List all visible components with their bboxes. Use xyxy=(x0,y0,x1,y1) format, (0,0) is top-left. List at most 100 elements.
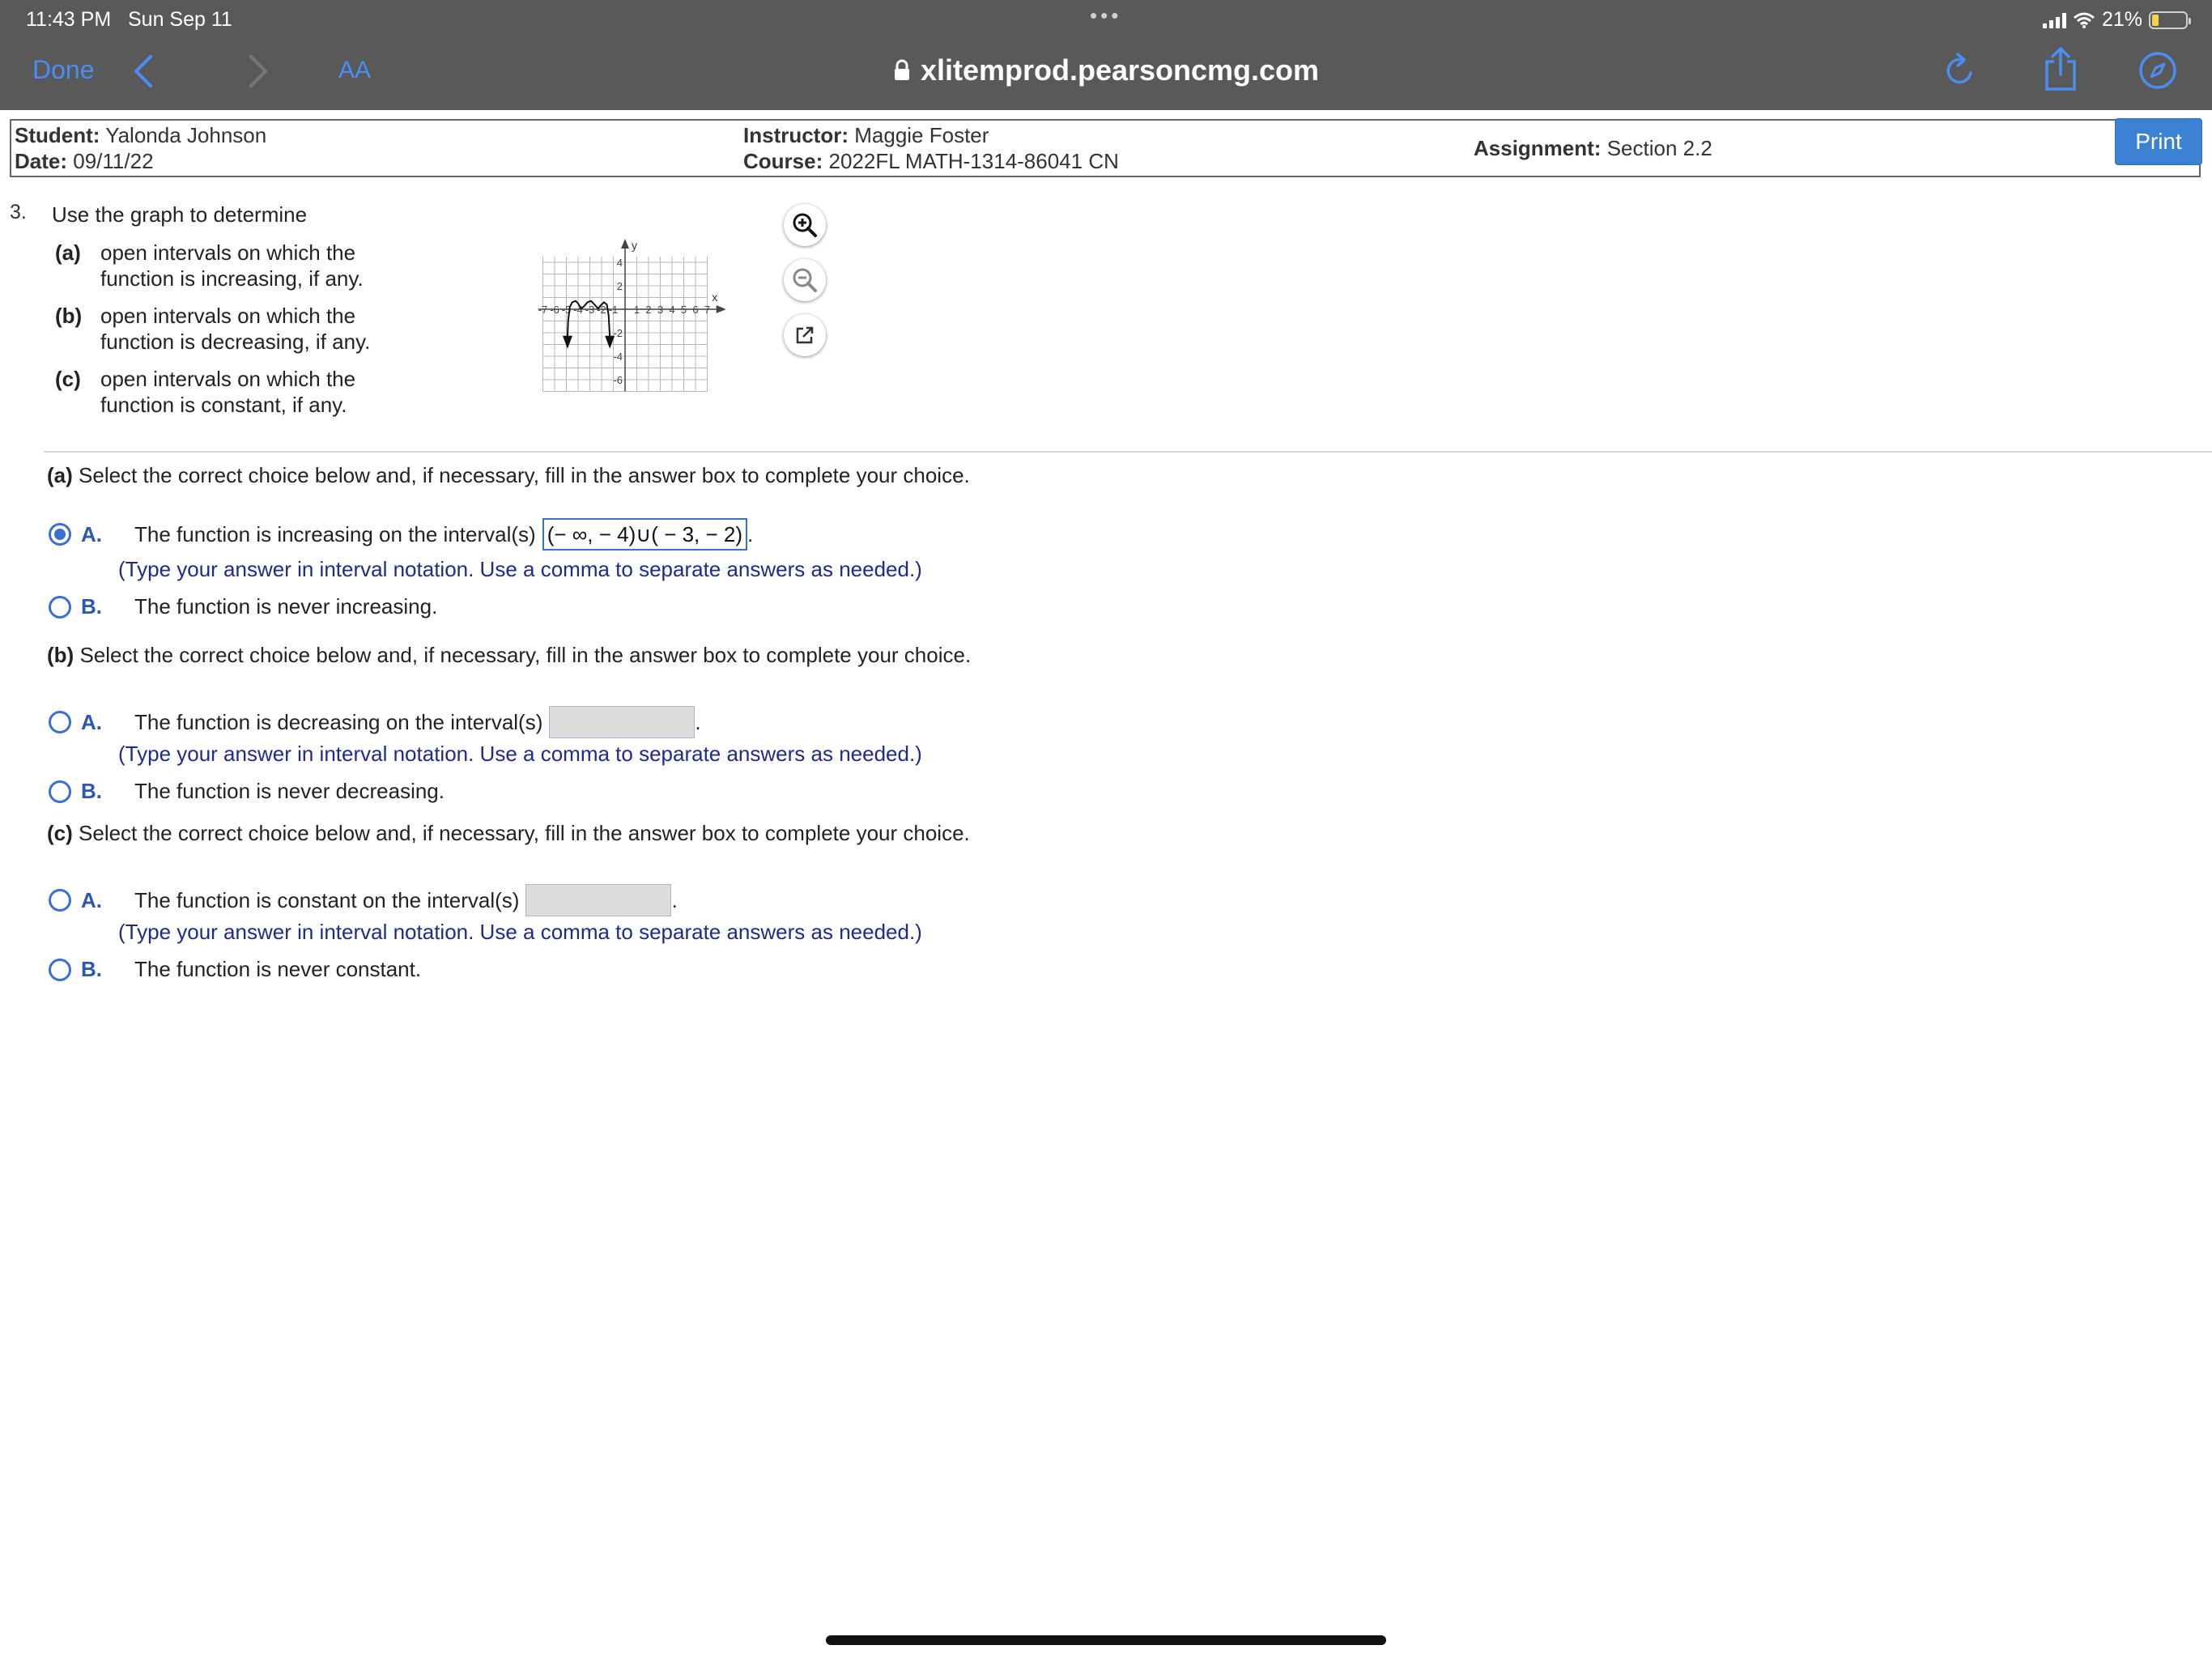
part-c-prompt: (c) Select the correct choice below and,… xyxy=(47,821,970,846)
reload-icon[interactable] xyxy=(1942,50,1979,91)
course-info: Course: 2022FL MATH-1314-86041 CN xyxy=(743,148,1119,174)
instructor-name: Maggie Foster xyxy=(854,123,989,147)
battery-icon xyxy=(2149,11,2191,29)
subpart-c: (c) open intervals on which the function… xyxy=(55,366,392,418)
choice-letter: B. xyxy=(81,779,102,803)
question-subparts: (a) open intervals on which the function… xyxy=(55,240,392,429)
x-tick-label: 3 xyxy=(657,304,663,316)
part-a-choice-b[interactable]: B. The function is never increasing. xyxy=(49,594,437,619)
cellular-signal-icon xyxy=(2042,12,2066,28)
part-instructions: Select the correct choice below and, if … xyxy=(79,821,970,845)
period: . xyxy=(671,887,678,912)
radio-a-selected[interactable] xyxy=(49,523,71,546)
x-tick-label: 4 xyxy=(669,304,674,316)
part-tag: (a) xyxy=(47,463,73,487)
battery-percent: 21% xyxy=(2101,8,2142,31)
part-instructions: Select the correct choice below and, if … xyxy=(79,463,970,487)
x-tick-label: 7 xyxy=(704,304,710,316)
url-text: xlitemprod.pearsoncmg.com xyxy=(920,53,1320,87)
part-b-hint: (Type your answer in interval notation. … xyxy=(118,742,922,766)
question-number: 3. xyxy=(10,201,27,223)
y-tick-label: 4 xyxy=(617,257,623,269)
choice-text: The function is increasing on the interv… xyxy=(134,521,536,546)
assignment-label: Assignment: xyxy=(1474,136,1602,160)
text-size-button[interactable]: AA xyxy=(338,57,371,84)
part-c-hint: (Type your answer in interval notation. … xyxy=(118,920,922,944)
choice-letter: A. xyxy=(81,521,102,546)
part-instructions: Select the correct choice below and, if … xyxy=(79,643,972,667)
function-graph[interactable]: -7 -6 -5 -4 -3 -2 -1 1 2 3 4 5 6 7 42-2-4-6 x y xyxy=(453,202,793,413)
browser-chrome: 11:43 PM Sun Sep 11 ••• 21% Done AA xlit… xyxy=(0,0,2212,110)
zoom-in-button[interactable] xyxy=(784,204,826,246)
period: . xyxy=(695,709,701,734)
part-b-choice-a[interactable]: A. The function is decreasing on the int… xyxy=(49,706,701,738)
x-tick-label: 1 xyxy=(634,304,640,316)
address-bar: xlitemprod.pearsoncmg.com xyxy=(0,53,2212,89)
radio-b[interactable] xyxy=(49,595,71,619)
status-time: 11:43 PM xyxy=(26,8,112,31)
radio-a[interactable] xyxy=(49,889,71,912)
y-axis-label: y xyxy=(632,239,637,252)
radio-b[interactable] xyxy=(49,958,71,981)
x-axis-label: x xyxy=(712,291,717,304)
subpart-label: (a) xyxy=(55,240,81,265)
multitasking-dots[interactable]: ••• xyxy=(1090,3,1121,28)
status-date: Sun Sep 11 xyxy=(128,8,232,31)
url-field[interactable]: xlitemprod.pearsoncmg.com xyxy=(893,53,1319,87)
part-a-hint: (Type your answer in interval notation. … xyxy=(118,557,922,581)
choice-text: The function is constant on the interval… xyxy=(134,887,520,912)
assignment-value: Section 2.2 xyxy=(1606,136,1712,160)
answer-input-c[interactable] xyxy=(525,884,672,916)
part-c-choice-a[interactable]: A. The function is constant on the inter… xyxy=(49,884,678,916)
assignment-info: Assignment: Section 2.2 xyxy=(1474,135,1712,161)
radio-a[interactable] xyxy=(49,711,71,733)
date-value: 09/11/22 xyxy=(73,149,154,173)
part-tag: (b) xyxy=(47,643,74,667)
home-indicator[interactable] xyxy=(826,1635,1386,1645)
popout-button[interactable] xyxy=(784,314,826,356)
subpart-text: open intervals on which the function is … xyxy=(100,304,371,354)
browser-toolbar: Done AA xlitemprod.pearsoncmg.com xyxy=(0,39,2212,110)
date-label: Date: xyxy=(15,149,68,173)
x-tick-label: -4 xyxy=(573,304,583,316)
wifi-icon xyxy=(2073,12,2095,28)
assignment-header: Student: Yalonda Johnson Date: 09/11/22 … xyxy=(10,119,2201,177)
answer-input-a[interactable]: (− ∞, − 4)∪( − 3, − 2) xyxy=(542,518,748,551)
answer-input-b[interactable] xyxy=(549,706,696,738)
x-tick-label: -6 xyxy=(550,304,559,316)
part-b-choice-b[interactable]: B. The function is never decreasing. xyxy=(49,779,445,804)
zoom-in-icon xyxy=(793,213,817,237)
choice-text: The function is never constant. xyxy=(134,957,422,981)
y-tick-label: -4 xyxy=(613,351,623,363)
x-tick-label: 6 xyxy=(692,304,698,316)
x-tick-label: 2 xyxy=(645,304,651,316)
y-tick-label: -2 xyxy=(613,327,623,339)
forward-chevron-icon[interactable] xyxy=(243,53,272,89)
part-a-choice-a[interactable]: A. The function is increasing on the int… xyxy=(49,518,753,551)
zoom-out-button[interactable] xyxy=(784,259,826,301)
date-info: Date: 09/11/22 xyxy=(15,148,154,174)
radio-b[interactable] xyxy=(49,780,71,803)
back-chevron-icon[interactable] xyxy=(130,53,159,89)
compass-icon[interactable] xyxy=(2138,50,2178,91)
subpart-label: (c) xyxy=(55,367,81,391)
y-tick-label: 2 xyxy=(617,280,623,292)
y-tick-label: -6 xyxy=(613,374,623,386)
student-label: Student: xyxy=(15,123,100,147)
choice-letter: A. xyxy=(81,887,102,912)
course-label: Course: xyxy=(743,149,823,173)
part-c-choice-b[interactable]: B. The function is never constant. xyxy=(49,957,421,982)
choice-text: The function is decreasing on the interv… xyxy=(134,709,543,734)
x-tick-label: -7 xyxy=(538,304,548,316)
x-tick-label: -1 xyxy=(609,304,619,316)
choice-letter: A. xyxy=(81,709,102,734)
part-a-prompt: (a) Select the correct choice below and,… xyxy=(47,463,970,488)
subpart-text: open intervals on which the function is … xyxy=(100,367,356,417)
section-divider xyxy=(44,451,2212,453)
student-info: Student: Yalonda Johnson xyxy=(15,122,266,148)
question-prompt: Use the graph to determine xyxy=(52,202,308,227)
done-button[interactable]: Done xyxy=(32,55,95,85)
share-icon[interactable] xyxy=(2040,45,2081,92)
print-button[interactable]: Print xyxy=(2115,118,2202,165)
x-tick-label: 5 xyxy=(681,304,687,316)
